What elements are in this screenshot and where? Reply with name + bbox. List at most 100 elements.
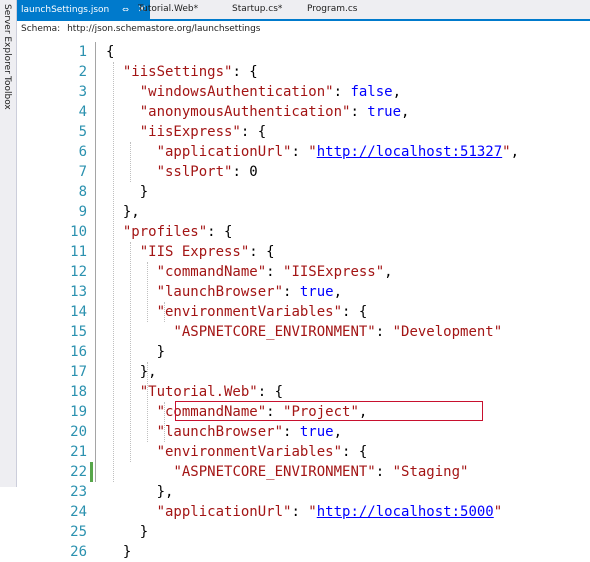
line-number: 11 — [70, 244, 87, 260]
tab-tutorial-web[interactable]: Tutorial.Web* — [138, 0, 198, 19]
code-token: "iisSettings" — [122, 64, 233, 80]
code-token: : — [350, 104, 368, 120]
line-number: 24 — [70, 504, 87, 520]
code-line[interactable]: 16} — [17, 342, 590, 362]
code-line[interactable]: 22 "ASPNETCORE_ENVIRONMENT": "Staging" — [17, 462, 590, 482]
code-line[interactable]: 15 "ASPNETCORE_ENVIRONMENT": "Development… — [17, 322, 590, 342]
code-token: }, — [156, 484, 174, 500]
code-text: "Tutorial.Web": { — [140, 382, 283, 402]
code-line[interactable]: 20 "launchBrowser": true, — [17, 422, 590, 442]
tab-launchsettings[interactable]: launchSettings.json ⇔ ✕ — [17, 0, 151, 19]
code-line[interactable]: 18 "Tutorial.Web": { — [17, 382, 590, 402]
code-line[interactable]: 21 "environmentVariables": { — [17, 442, 590, 462]
code-text: "iisSettings": { — [123, 62, 258, 82]
code-line[interactable]: 3 "windowsAuthentication": false, — [17, 82, 590, 102]
code-line[interactable]: 7 "sslPort": 0 — [17, 162, 590, 182]
code-line[interactable]: 12 "commandName": "IISExpress", — [17, 262, 590, 282]
code-line[interactable]: 26} — [17, 542, 590, 562]
line-number: 3 — [78, 84, 87, 100]
line-number: 20 — [70, 424, 87, 440]
tab-label: Program.cs — [307, 4, 358, 14]
code-text: }, — [123, 202, 140, 222]
code-token: "sslPort" — [156, 164, 233, 180]
code-token: "iisExpress" — [139, 124, 241, 140]
code-text: "environmentVariables": { — [157, 442, 368, 462]
code-token: : — [375, 464, 393, 480]
line-number: 1 — [78, 44, 87, 60]
code-text: "environmentVariables": { — [157, 302, 368, 322]
server-explorer-tab[interactable]: Server Explorer — [2, 4, 12, 74]
code-token: , — [401, 104, 410, 120]
code-line[interactable]: 6 "applicationUrl": "http://localhost:513… — [17, 142, 590, 162]
code-token: : 0 — [232, 164, 258, 180]
code-text: } — [140, 182, 148, 202]
code-line[interactable]: 14 "environmentVariables": { — [17, 302, 590, 322]
code-text: "IIS Express": { — [140, 242, 275, 262]
code-text: } — [157, 342, 165, 362]
line-number: 6 — [78, 144, 87, 160]
code-token: : — [375, 324, 393, 340]
schema-label: Schema: — [21, 24, 61, 34]
code-token[interactable]: http://localhost:51327 — [317, 144, 502, 160]
code-line[interactable]: 8} — [17, 182, 590, 202]
code-line[interactable]: 23}, — [17, 482, 590, 502]
code-token: false — [350, 84, 393, 100]
code-text: "sslPort": 0 — [157, 162, 258, 182]
code-token: "environmentVariables" — [156, 444, 343, 460]
toolbox-tab[interactable]: Toolbox — [2, 76, 12, 110]
code-text: }, — [157, 482, 174, 502]
code-token[interactable]: http://localhost:5000 — [317, 504, 494, 520]
code-line[interactable]: 11 "IIS Express": { — [17, 242, 590, 262]
code-token: true — [299, 424, 334, 440]
schema-url-field[interactable]: http://json.schemastore.org/launchsettin… — [67, 24, 260, 34]
code-text: "launchBrowser": true, — [157, 422, 342, 442]
code-token: }, — [122, 204, 140, 220]
line-number: 9 — [78, 204, 87, 220]
code-token: "launchBrowser" — [156, 424, 284, 440]
code-line[interactable]: 9}, — [17, 202, 590, 222]
code-token: : { — [240, 124, 267, 140]
line-number: 14 — [70, 304, 87, 320]
code-token: true — [367, 104, 402, 120]
code-token: , — [392, 84, 402, 100]
code-line[interactable]: 4 "anonymousAuthentication": true, — [17, 102, 590, 122]
line-number: 23 — [70, 484, 87, 500]
pin-icon[interactable]: ⇔ — [122, 5, 129, 14]
code-token: , — [384, 264, 393, 280]
code-token: "launchBrowser" — [156, 284, 284, 300]
code-token: } — [122, 544, 132, 560]
tab-startup[interactable]: Startup.cs* — [232, 0, 282, 19]
line-number: 15 — [70, 324, 87, 340]
code-line[interactable]: 5 "iisExpress": { — [17, 122, 590, 142]
line-number: 25 — [70, 524, 87, 540]
code-line[interactable]: 1{ — [17, 42, 590, 62]
code-line[interactable]: 13 "launchBrowser": true, — [17, 282, 590, 302]
line-number: 4 — [78, 104, 87, 120]
code-line[interactable]: 17}, — [17, 362, 590, 382]
code-line[interactable]: 25} — [17, 522, 590, 542]
code-line[interactable]: 2 "iisSettings": { — [17, 62, 590, 82]
code-text: "profiles": { — [123, 222, 233, 242]
side-toolstrip: Server Explorer Toolbox — [0, 0, 17, 487]
tab-program[interactable]: Program.cs — [307, 0, 357, 19]
code-token: "commandName" — [156, 264, 267, 280]
line-number: 19 — [70, 404, 87, 420]
modified-line-marker — [90, 462, 93, 482]
code-token: } — [139, 524, 149, 540]
code-token: : { — [232, 64, 258, 80]
code-token: , — [510, 144, 520, 160]
code-token: : — [283, 284, 300, 300]
code-text: "applicationUrl": "http://localhost:5132… — [157, 142, 519, 162]
code-line[interactable]: 24 "applicationUrl": "http://localhost:50… — [17, 502, 590, 522]
code-token: : — [291, 504, 309, 520]
code-text: "ASPNETCORE_ENVIRONMENT": "Staging" — [173, 462, 468, 482]
code-token: "windowsAuthentication" — [139, 84, 334, 100]
code-token: "ASPNETCORE_ENVIRONMENT" — [173, 324, 376, 340]
code-token: : { — [207, 224, 233, 240]
code-token: " — [493, 504, 503, 520]
code-line[interactable]: 10 "profiles": { — [17, 222, 590, 242]
code-token: "IISExpress" — [283, 264, 385, 280]
line-number: 8 — [78, 184, 87, 200]
code-token: "ASPNETCORE_ENVIRONMENT" — [173, 464, 376, 480]
code-token: "Tutorial.Web" — [139, 384, 258, 400]
